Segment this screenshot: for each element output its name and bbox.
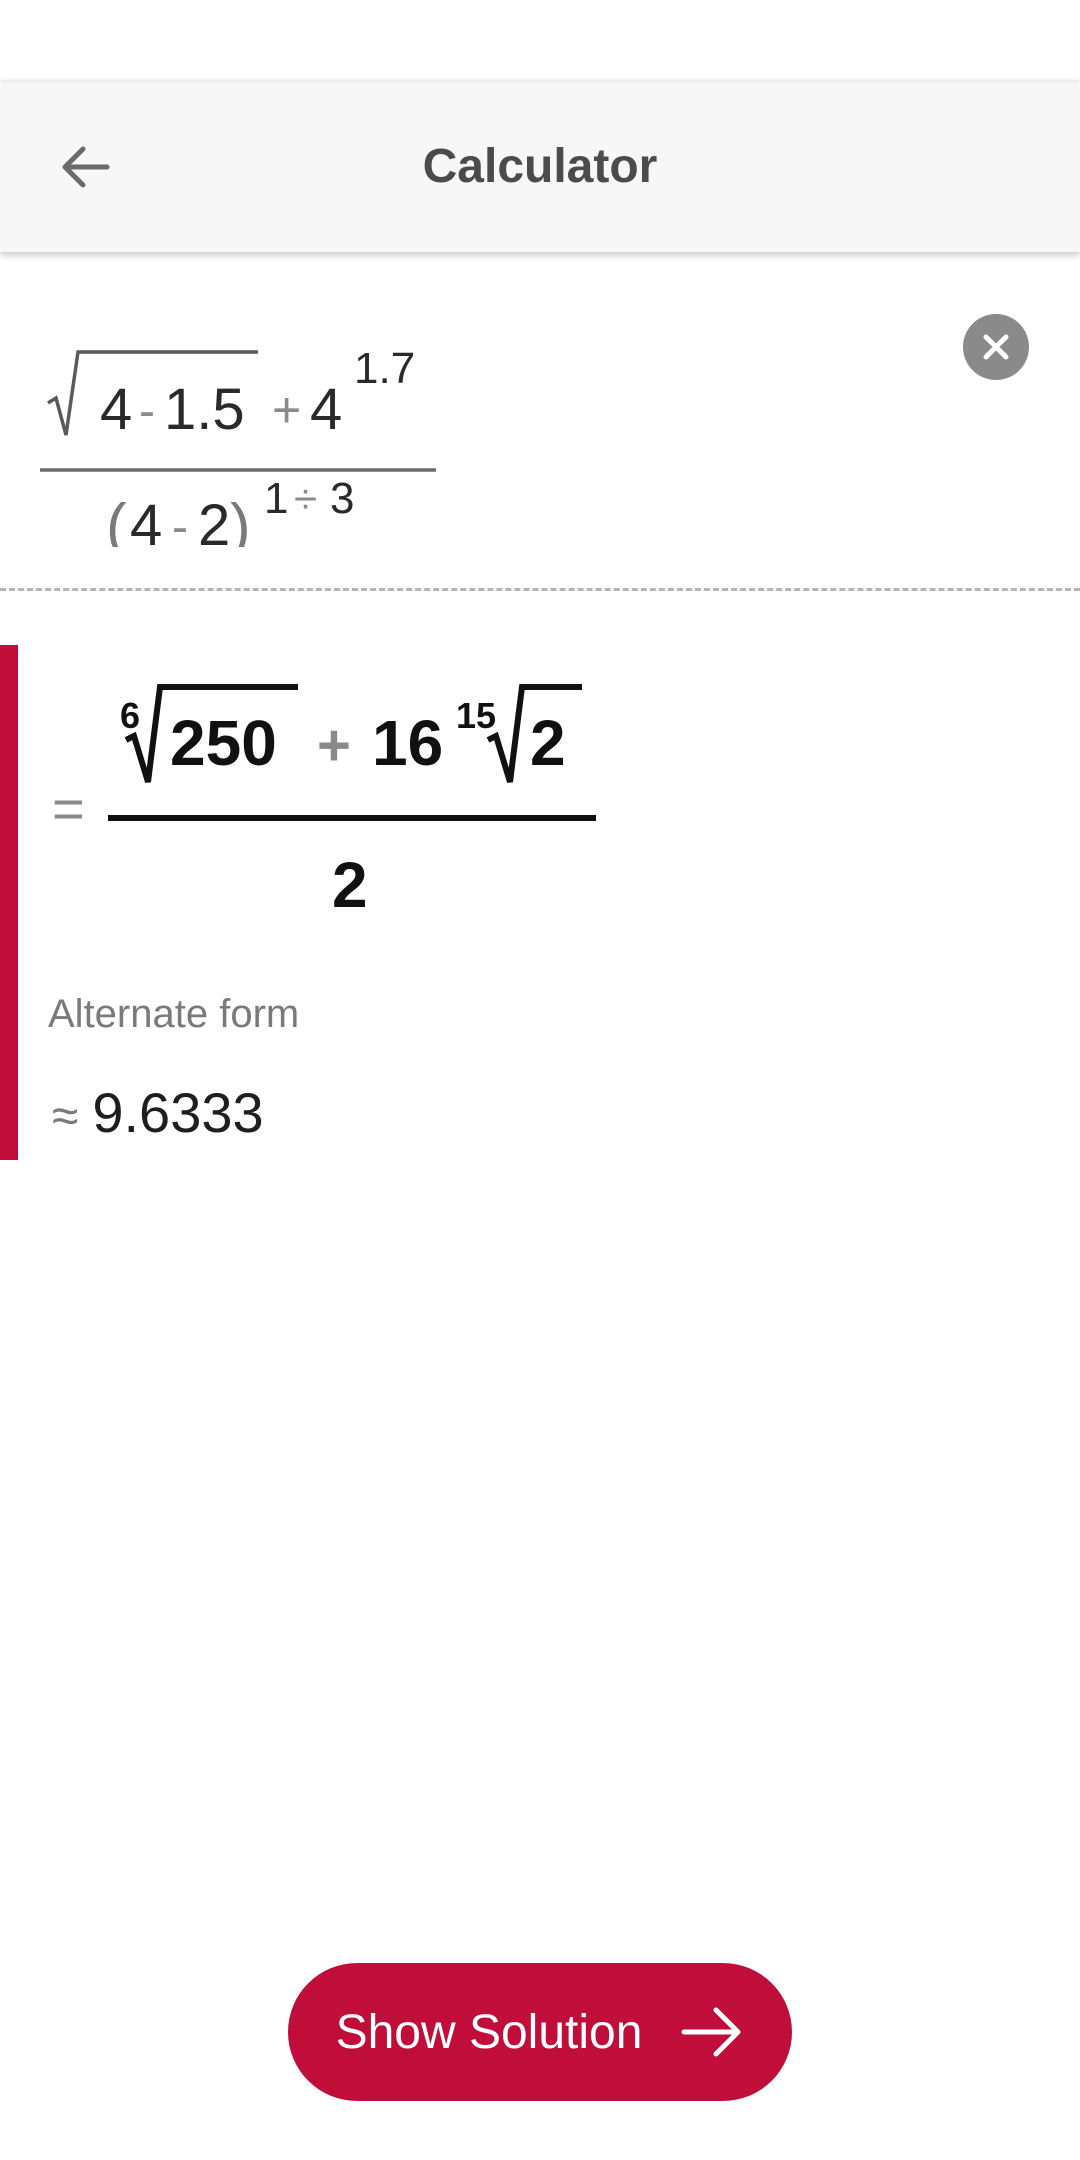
coefficient: 16 <box>372 707 443 779</box>
approx-number: 9.6333 <box>92 1081 264 1144</box>
show-solution-button[interactable]: Show Solution <box>288 1963 792 2101</box>
page-title: Calculator <box>422 140 658 193</box>
root2-radicand: 2 <box>530 707 566 779</box>
denominator-close-paren: ) <box>230 492 251 547</box>
clear-button[interactable] <box>963 314 1029 380</box>
denominator-open-paren: ( <box>106 492 127 547</box>
result-denominator: 2 <box>332 849 368 921</box>
denominator-exponent-a: 1 <box>264 474 288 523</box>
arrow-right-icon <box>681 2007 741 2057</box>
denominator-exponent-op: ÷ <box>294 475 317 522</box>
divider <box>0 588 1080 591</box>
plus-operator: + <box>272 382 301 438</box>
denominator-minus: - <box>172 501 188 547</box>
alternate-form-label: Alternate form <box>48 992 300 1036</box>
radicand-b: 1.5 <box>164 377 245 442</box>
result-expression: = 6 250 + 16 15 2 2 <box>52 684 596 921</box>
root1-radicand: 250 <box>170 707 277 779</box>
root1-index: 6 <box>120 695 140 736</box>
power-base: 4 <box>310 377 342 442</box>
denominator-exponent-b: 3 <box>330 474 354 523</box>
expression-input[interactable]: 4 - 1.5 + 4 1.7 ( 4 - 2 ) 1 ÷ 3 <box>0 252 1080 590</box>
denominator-b: 2 <box>198 493 230 547</box>
approximate-value: ≈9.6333 <box>52 1080 264 1145</box>
approx-symbol: ≈ <box>52 1090 79 1143</box>
equals-sign: = <box>52 777 85 840</box>
root2-index: 15 <box>456 695 496 736</box>
input-expression: 4 - 1.5 + 4 1.7 ( 4 - 2 ) 1 ÷ 3 <box>40 344 436 547</box>
show-solution-label: Show Solution <box>335 2005 643 2059</box>
result-accent-bar <box>0 645 18 1160</box>
app-bar: Calculator <box>0 82 1080 252</box>
radicand-a: 4 <box>100 377 132 442</box>
power-exponent: 1.7 <box>354 344 415 393</box>
close-icon <box>983 334 1009 360</box>
denominator-a: 4 <box>130 493 162 547</box>
radicand-minus: - <box>139 385 155 438</box>
result-plus: + <box>317 713 351 778</box>
status-bar-area <box>0 0 1080 82</box>
